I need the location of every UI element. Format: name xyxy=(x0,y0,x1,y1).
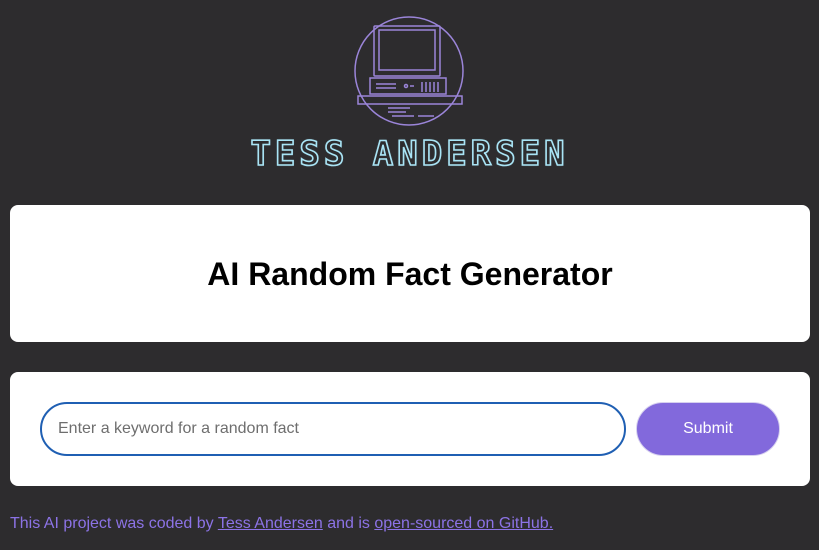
keyword-input[interactable] xyxy=(40,402,626,456)
github-link[interactable]: open-sourced on GitHub. xyxy=(374,515,553,532)
retro-computer-icon xyxy=(354,16,464,126)
footer-text-middle: and is xyxy=(322,515,375,532)
site-header: TESS ANDERSEN xyxy=(0,0,819,190)
submit-button[interactable]: Submit xyxy=(636,402,780,456)
footer-text-before: This AI project was coded by xyxy=(10,515,218,532)
fact-form: Submit xyxy=(10,372,810,486)
author-link[interactable]: Tess Andersen xyxy=(218,515,323,532)
footer: This AI project was coded by Tess Anders… xyxy=(10,515,553,533)
title-card: AI Random Fact Generator xyxy=(10,205,810,342)
page-title: AI Random Fact Generator xyxy=(207,256,613,292)
logo-text: TESS ANDERSEN xyxy=(250,133,569,175)
